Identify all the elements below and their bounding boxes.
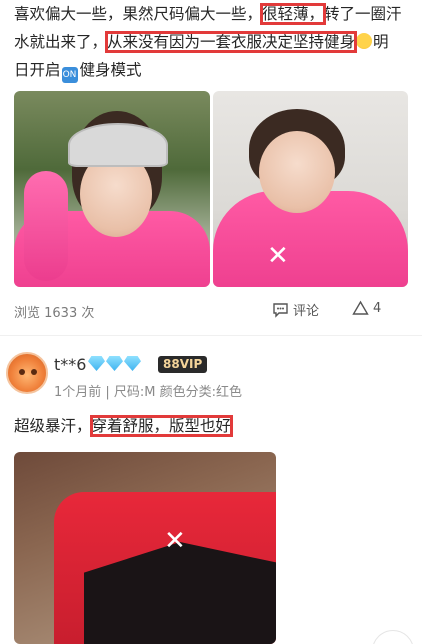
- on-arrow-icon: ON: [61, 67, 78, 83]
- review-text-part: 转了一圈汗: [324, 5, 402, 23]
- highlighted-phrase: 从来没有因为一套衣服决定坚持健身: [105, 31, 358, 53]
- review-text-part: 超级暴汗，: [14, 417, 92, 435]
- username[interactable]: t**6: [54, 355, 86, 374]
- review-text-part: 日开启: [14, 61, 61, 79]
- highlighted-phrase: 很轻薄，: [260, 3, 327, 25]
- like-button[interactable]: 4: [352, 300, 381, 317]
- diamond-badges: [88, 356, 141, 371]
- hug-emoji-icon: [356, 33, 373, 49]
- highlighted-phrase: 穿着舒服，版型也好: [89, 415, 234, 437]
- vip-badge: 88VIP: [158, 356, 208, 373]
- diamond-icon: [106, 356, 123, 371]
- review-submeta: 1个月前 | 尺码:M 颜色分类:红色: [54, 385, 243, 400]
- face: [259, 131, 335, 213]
- brand-logo-icon: ✕: [164, 526, 186, 556]
- divider: [0, 335, 422, 336]
- review-text-part: 喜欢偏大一些，果然尺码偏大一些，: [14, 5, 263, 23]
- review-photo-2[interactable]: ✕: [213, 91, 408, 287]
- post-meta-row: 浏览 1633 次 评论 4: [14, 300, 410, 322]
- review-photo-3[interactable]: ✕: [14, 452, 276, 644]
- review-text-part: 明: [373, 33, 389, 51]
- arm: [24, 171, 68, 281]
- floating-action-button[interactable]: [372, 630, 414, 644]
- triangle-like-icon: [352, 300, 369, 315]
- diamond-icon: [88, 356, 105, 371]
- diamond-icon: [124, 356, 141, 371]
- avatar[interactable]: [6, 352, 48, 394]
- review-text-2: 超级暴汗，穿着舒服，版型也好: [14, 414, 234, 437]
- avatar-eye: [19, 369, 25, 375]
- avatar-eye: [31, 369, 37, 375]
- comment-button[interactable]: 评论: [272, 300, 319, 319]
- review-text-part: 健身模式: [79, 61, 142, 79]
- brand-logo-icon: ✕: [267, 241, 289, 271]
- comment-label: 评论: [293, 304, 320, 319]
- comment-icon: [273, 303, 288, 318]
- review-photo-1[interactable]: [14, 91, 210, 287]
- review-text-part: 水就出来了，: [14, 33, 108, 51]
- visor-cap: [68, 123, 168, 167]
- view-count: 浏览 1633 次: [14, 306, 95, 321]
- like-count: 4: [373, 301, 382, 316]
